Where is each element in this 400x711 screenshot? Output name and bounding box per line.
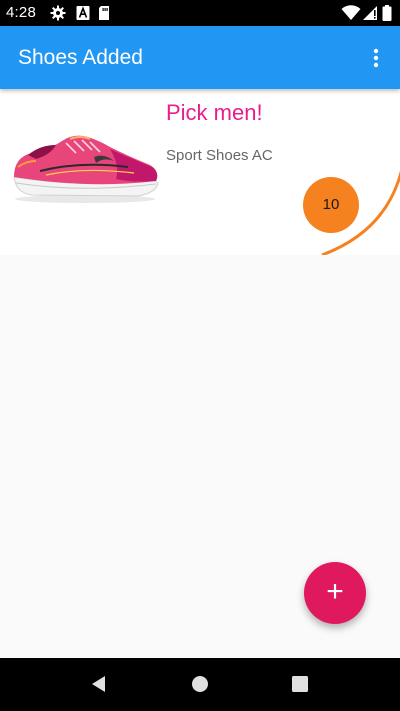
product-card[interactable]: Pick men! Sport Shoes AC 10 (0, 89, 400, 255)
add-button[interactable]: + (304, 562, 366, 624)
wifi-icon (341, 5, 361, 20)
more-vert-icon (373, 48, 379, 68)
app-bar: Shoes Added (0, 26, 400, 89)
add-icon: + (326, 575, 344, 608)
count-badge: 10 (303, 177, 359, 233)
battery-icon (382, 5, 392, 21)
navigation-bar (0, 658, 400, 711)
product-subtitle: Sport Shoes AC (166, 147, 273, 164)
back-icon[interactable] (89, 674, 109, 694)
recents-icon[interactable] (290, 674, 310, 694)
product-title: Pick men! (166, 100, 263, 125)
status-bar: 4:28 (0, 0, 400, 26)
a-icon (76, 6, 90, 20)
overflow-menu-button[interactable] (364, 46, 388, 70)
home-icon[interactable] (190, 674, 210, 694)
sd-card-icon (99, 6, 109, 20)
gear-icon (50, 5, 66, 21)
page-title: Shoes Added (18, 46, 143, 69)
status-time: 4:28 (6, 4, 36, 21)
signal-icon (363, 6, 377, 20)
shoe-image (13, 135, 159, 203)
